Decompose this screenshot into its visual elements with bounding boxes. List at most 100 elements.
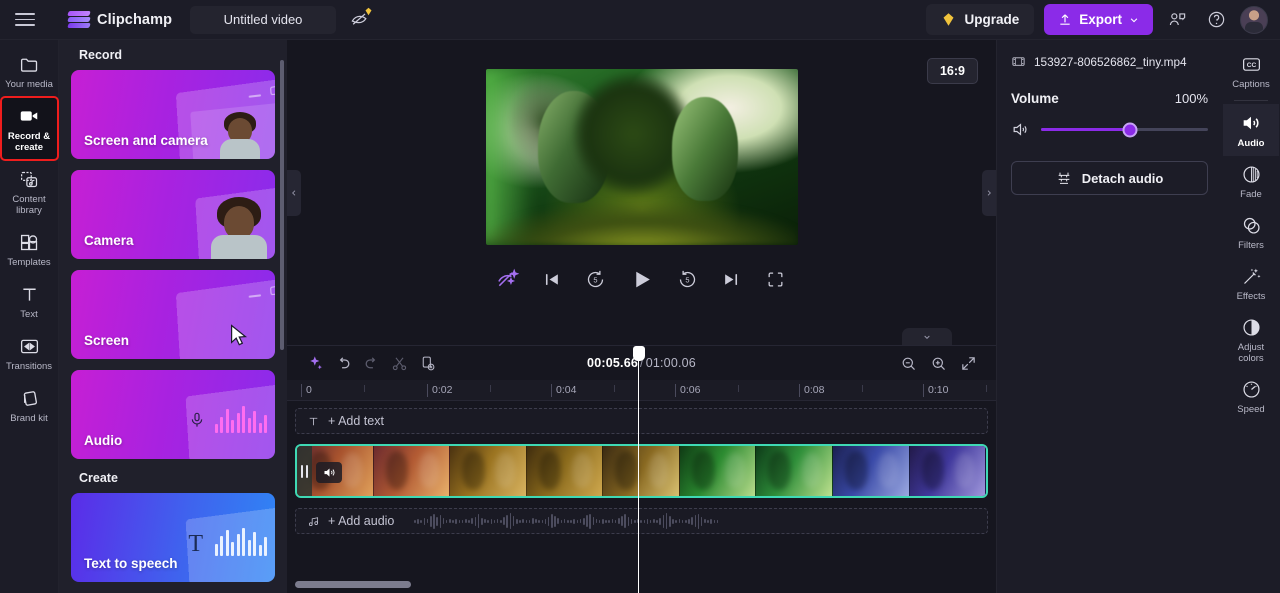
person-art — [209, 197, 271, 259]
ruler-label: 0:08 — [804, 384, 825, 396]
aspect-ratio-button[interactable]: 16:9 — [926, 58, 978, 84]
play-button[interactable] — [627, 265, 657, 295]
fullscreen-button[interactable] — [763, 267, 789, 293]
timeline-video-clip[interactable] — [295, 444, 988, 498]
zoom-out-button[interactable] — [894, 350, 922, 376]
timeline-ruler[interactable]: 0 0:02 0:04 0:06 0:08 0:10 — [287, 380, 996, 401]
skip-to-start-button[interactable] — [539, 267, 565, 293]
brand-name: Clipchamp — [97, 11, 173, 28]
forward-5s-button[interactable]: 5 — [675, 267, 701, 293]
help-circle-icon[interactable] — [1201, 5, 1231, 35]
sidebar-item-label: Content library — [12, 194, 46, 216]
clip-audio-toggle[interactable] — [316, 462, 342, 483]
tab-filters[interactable]: Filters — [1223, 207, 1279, 258]
volume-value: 100% — [1174, 91, 1208, 106]
folder-icon — [18, 53, 40, 75]
skip-to-end-button[interactable] — [719, 267, 745, 293]
export-button[interactable]: Export — [1044, 4, 1153, 35]
sparkle-icon — [309, 355, 322, 369]
app-header: Clipchamp Untitled video Upgrade Export — [0, 0, 1280, 40]
sidebar-item-brand-kit[interactable]: Brand kit — [2, 380, 57, 430]
redo-button[interactable] — [357, 350, 385, 376]
collapse-left-panel-button[interactable] — [287, 169, 301, 216]
volume-slider[interactable] — [1041, 122, 1208, 137]
playhead-handle[interactable] — [632, 346, 645, 361]
svg-text:5: 5 — [685, 276, 689, 285]
add-text-track[interactable]: + Add text — [295, 408, 988, 434]
video-canvas[interactable] — [485, 68, 798, 245]
svg-text:CC: CC — [1246, 62, 1256, 69]
diamond-icon — [943, 13, 954, 26]
record-section-heading: Record — [79, 48, 123, 62]
sidebar-item-record-and-create[interactable]: Record & create — [0, 96, 59, 161]
rewind-5s-button[interactable]: 5 — [583, 267, 609, 293]
sidebar-item-label: Text — [20, 309, 38, 320]
panel-scroll-area: Record Screen and camera Camera Screen A… — [71, 40, 275, 593]
duplicate-button[interactable] — [413, 350, 441, 376]
upgrade-label: Upgrade — [964, 12, 1020, 27]
sidebar-item-templates[interactable]: Templates — [2, 224, 57, 274]
magic-eraser-premium-icon[interactable] — [344, 5, 374, 35]
tab-captions[interactable]: CC Captions — [1223, 46, 1279, 97]
chevron-right-icon — [987, 189, 991, 196]
timeline-horizontal-scrollbar[interactable] — [287, 577, 996, 593]
sidebar-item-text[interactable]: Text — [2, 276, 57, 326]
editor-body: Your media Record & create Content libra… — [0, 40, 1280, 593]
current-time: 00:05.66 — [587, 356, 638, 370]
add-audio-label: + Add audio — [328, 514, 395, 528]
tab-label: Captions — [1232, 79, 1270, 90]
zoom-in-button[interactable] — [924, 350, 952, 376]
split-button[interactable] — [385, 350, 413, 376]
scrollbar-thumb[interactable] — [295, 581, 411, 588]
microphone-icon — [191, 412, 203, 427]
content-library-icon — [18, 168, 40, 190]
detach-audio-button[interactable]: Detach audio — [1011, 161, 1208, 195]
timeline-playhead[interactable] — [632, 346, 645, 593]
speaker-icon — [1243, 116, 1259, 130]
hamburger-menu-icon[interactable] — [12, 7, 38, 33]
card-screen-and-camera[interactable]: Screen and camera — [71, 70, 275, 159]
panel-scrollbar[interactable] — [280, 60, 284, 350]
card-screen[interactable]: Screen — [71, 270, 275, 359]
volume-slider-knob[interactable] — [1122, 122, 1137, 137]
audio-waveform — [214, 405, 267, 433]
card-camera[interactable]: Camera — [71, 170, 275, 259]
sidebar-item-content-library[interactable]: Content library — [2, 161, 57, 222]
sidebar-item-label: Your media — [5, 79, 53, 90]
sidebar-item-transitions[interactable]: Transitions — [2, 328, 57, 378]
user-avatar[interactable] — [1240, 5, 1268, 34]
project-title-input[interactable]: Untitled video — [190, 5, 337, 34]
brand-logo-group[interactable]: Clipchamp — [67, 10, 173, 29]
card-audio[interactable]: Audio — [71, 370, 275, 459]
card-text-to-speech[interactable]: T Text to speech — [71, 493, 275, 582]
tab-effects[interactable]: Effects — [1223, 258, 1279, 309]
ai-suggest-button[interactable] — [301, 350, 329, 376]
undo-button[interactable] — [329, 350, 357, 376]
clip-drag-handle[interactable] — [297, 446, 312, 496]
sidebar-item-label: Templates — [7, 257, 51, 268]
duplicate-icon — [422, 356, 434, 370]
card-label: Audio — [84, 433, 123, 448]
magic-eraser-button[interactable] — [495, 267, 521, 293]
templates-icon — [18, 231, 40, 253]
upgrade-button[interactable]: Upgrade — [926, 4, 1035, 35]
tab-adjust-colors[interactable]: Adjust colors — [1223, 309, 1279, 371]
tab-audio[interactable]: Audio — [1223, 104, 1279, 156]
speedometer-icon — [1242, 381, 1260, 398]
left-navigation-rail: Your media Record & create Content libra… — [0, 40, 59, 593]
ruler-label: 0:06 — [680, 384, 701, 396]
collaborate-icon[interactable] — [1162, 5, 1192, 35]
tab-speed[interactable]: Speed — [1223, 371, 1279, 422]
tab-fade[interactable]: Fade — [1223, 156, 1279, 207]
collapse-right-panel-button[interactable] — [982, 169, 996, 216]
sidebar-item-your-media[interactable]: Your media — [2, 46, 57, 96]
volume-slider-row — [1011, 120, 1208, 139]
collapse-timeline-button[interactable] — [902, 328, 952, 345]
card-label: Screen and camera — [84, 133, 208, 148]
fit-to-screen-button[interactable] — [954, 350, 982, 376]
person-art — [217, 112, 263, 159]
tts-waveform — [214, 528, 267, 556]
audio-properties-panel: 153927-806526862_tiny.mp4 Volume 100% De… — [996, 40, 1222, 593]
chevron-down-icon — [1130, 17, 1138, 22]
add-audio-track[interactable]: + Add audio — [295, 508, 988, 534]
